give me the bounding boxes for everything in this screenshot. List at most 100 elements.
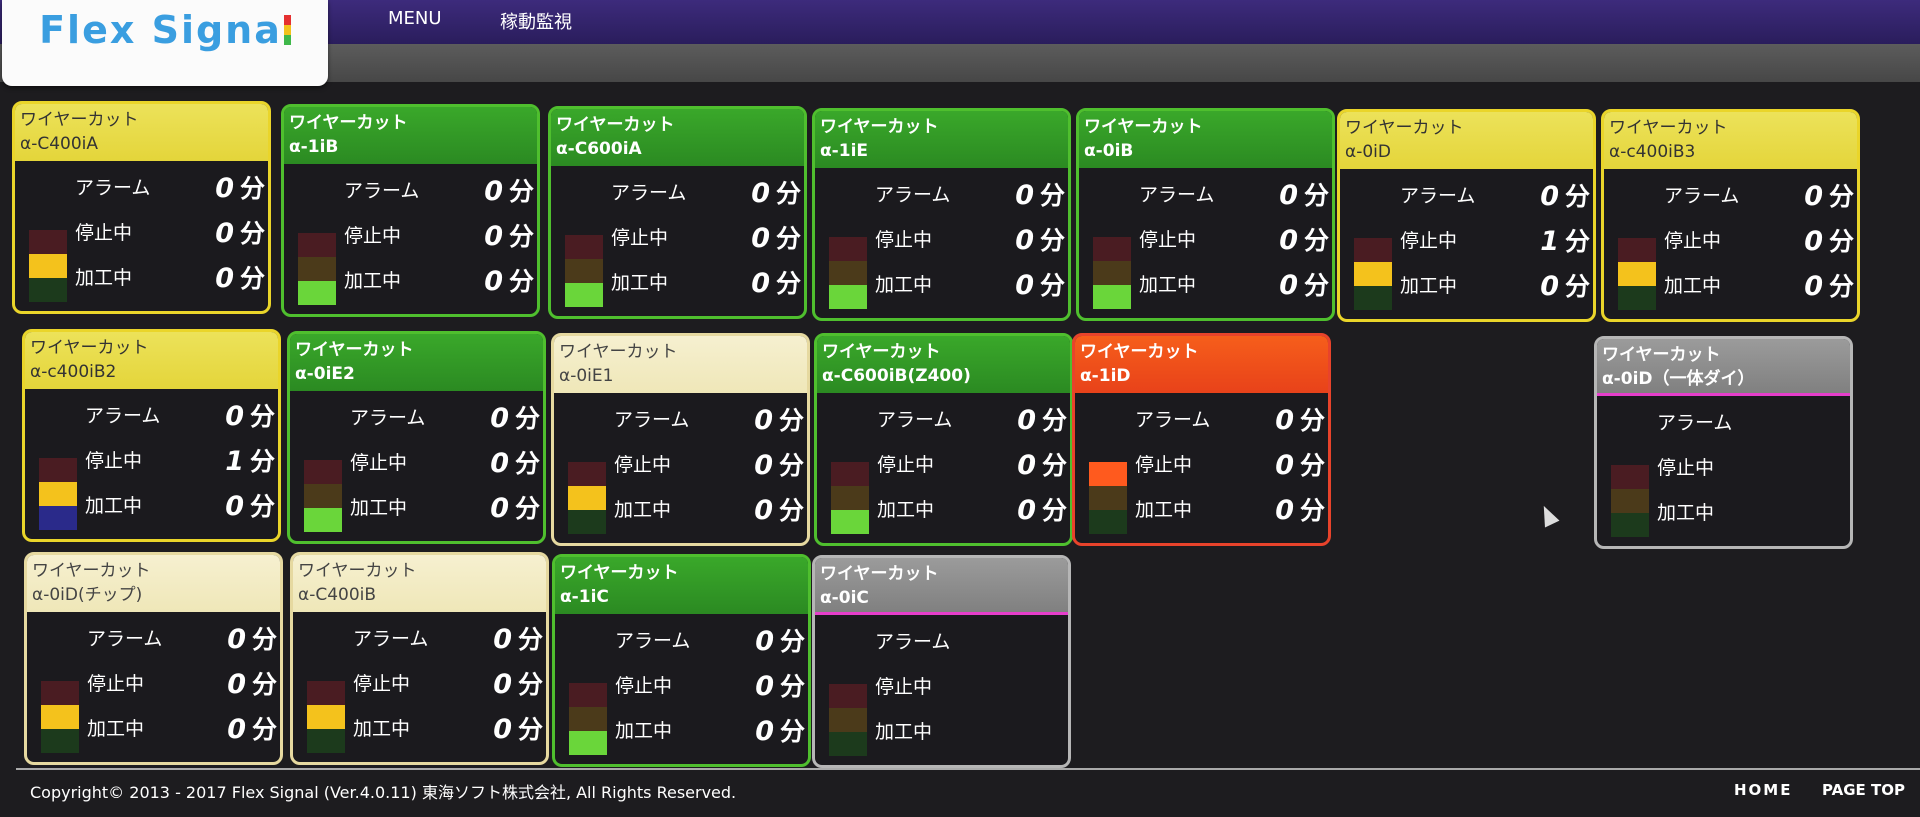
machine-card[interactable]: ワイヤーカット α-0iC アラーム 停止中 加工中	[812, 555, 1071, 768]
lamp-green	[29, 278, 67, 302]
stopped-value: 0	[1279, 225, 1298, 256]
lamp-red	[1618, 238, 1656, 262]
lamp-green	[1618, 286, 1656, 310]
lamp-green	[1089, 510, 1127, 534]
unit-label: 分	[775, 179, 801, 208]
alarm-row: アラーム 0分	[350, 397, 540, 437]
alarm-row: アラーム	[875, 621, 1065, 661]
machine-card[interactable]: ワイヤーカット α-1iB アラーム 0分 停止中 0分 加工中 0分	[281, 104, 540, 317]
card-model: α-0iD（一体ダイ）	[1602, 369, 1755, 389]
lamp-yellow	[307, 705, 345, 729]
unit-label: 分	[775, 269, 801, 298]
unit-label: 分	[508, 177, 534, 206]
stopped-value: 0	[215, 218, 234, 249]
machine-card[interactable]: ワイヤーカット α-0iB アラーム 0分 停止中 0分 加工中 0分	[1076, 108, 1335, 321]
stopped-value: 0	[1275, 450, 1294, 481]
home-link[interactable]: HOME	[1734, 781, 1792, 799]
stopped-label: 停止中	[875, 229, 933, 251]
stopped-row: 停止中 0分	[877, 444, 1067, 484]
unit-label: 分	[1041, 406, 1067, 435]
lamp-green	[829, 285, 867, 309]
alarm-label: アラーム	[353, 628, 429, 650]
processing-label: 加工中	[344, 270, 402, 292]
stopped-label: 停止中	[1400, 230, 1458, 252]
card-model: α-C400iA	[20, 134, 99, 154]
unit-label: 分	[239, 174, 265, 203]
machine-card[interactable]: ワイヤーカット α-1iD アラーム 0分 停止中 0分 加工中 0分	[1072, 333, 1331, 546]
lamp-red	[29, 230, 67, 254]
processing-row: 加工中 0分	[1664, 265, 1854, 305]
card-title: ワイヤーカット	[30, 338, 149, 358]
alarm-label: アラーム	[875, 631, 951, 653]
stopped-label: 停止中	[1135, 454, 1193, 476]
stopped-value: 0	[227, 669, 246, 700]
signal-tower-icon	[829, 684, 867, 756]
alarm-value: 0	[490, 403, 509, 434]
lamp-yellow	[1618, 262, 1656, 286]
signal-tower-icon	[565, 235, 603, 307]
card-header: ワイヤーカット α-C600iB(Z400)	[817, 336, 1070, 393]
unit-label: 分	[517, 715, 543, 744]
logo[interactable]: Flex Signa	[2, 0, 328, 86]
card-model: α-1iE	[820, 141, 869, 161]
card-header: ワイヤーカット α-1iC	[555, 557, 808, 614]
processing-value: 0	[1804, 271, 1823, 302]
unit-label: 分	[779, 717, 805, 746]
card-header: ワイヤーカット α-1iE	[815, 111, 1068, 168]
card-model: α-0iE1	[559, 366, 614, 386]
machine-card[interactable]: ワイヤーカット α-1iE アラーム 0分 停止中 0分 加工中 0分	[812, 108, 1071, 321]
machine-card[interactable]: ワイヤーカット α-C400iB アラーム 0分 停止中 0分 加工中 0分	[290, 552, 549, 765]
signal-tower-icon	[1354, 238, 1392, 310]
machine-card[interactable]: ワイヤーカット α-0iD（一体ダイ） アラーム 停止中 加工中	[1594, 336, 1853, 549]
stopped-value: 0	[490, 448, 509, 479]
stopped-label: 停止中	[75, 222, 133, 244]
stopped-label: 停止中	[611, 227, 669, 249]
alarm-row: アラーム 0分	[877, 399, 1067, 439]
stopped-row: 停止中 1分	[85, 440, 275, 480]
machine-card[interactable]: ワイヤーカット α-C600iA アラーム 0分 停止中 0分 加工中 0分	[548, 106, 807, 319]
processing-value: 0	[1279, 270, 1298, 301]
stopped-label: 停止中	[1657, 457, 1715, 479]
card-model: α-c400iB2	[30, 362, 117, 382]
unit-label: 分	[1039, 181, 1065, 210]
operation-monitor-link[interactable]: 稼動監視	[500, 8, 572, 34]
alarm-row: アラーム 0分	[75, 167, 265, 207]
card-title: ワイヤーカット	[289, 113, 408, 133]
unit-label: 分	[1041, 451, 1067, 480]
machine-card[interactable]: ワイヤーカット α-0iE1 アラーム 0分 停止中 0分 加工中 0分	[551, 333, 810, 546]
stopped-row: 停止中 0分	[614, 444, 804, 484]
menu-link[interactable]: MENU	[388, 8, 442, 29]
lamp-yellow	[565, 259, 603, 283]
alarm-row: アラーム 0分	[1139, 174, 1329, 214]
machine-card[interactable]: ワイヤーカット α-c400iB2 アラーム 0分 停止中 1分 加工中 0分	[22, 329, 281, 542]
machine-card[interactable]: ワイヤーカット α-1iC アラーム 0分 停止中 0分 加工中 0分	[552, 554, 811, 767]
signal-tower-icon	[307, 681, 345, 753]
unit-label: 分	[239, 264, 265, 293]
unit-label: 分	[1828, 272, 1854, 301]
card-title: ワイヤーカット	[1609, 118, 1728, 138]
processing-row: 加工中 0分	[1139, 264, 1329, 304]
processing-value: 0	[490, 493, 509, 524]
card-model: α-C400iB	[298, 585, 377, 605]
copyright-text: Copyright© 2013 - 2017 Flex Signal (Ver.…	[30, 783, 737, 802]
lamp-green	[304, 508, 342, 532]
machine-card[interactable]: ワイヤーカット α-c400iB3 アラーム 0分 停止中 0分 加工中 0分	[1601, 109, 1860, 322]
alarm-label: アラーム	[75, 177, 151, 199]
machine-card[interactable]: ワイヤーカット α-0iE2 アラーム 0分 停止中 0分 加工中 0分	[287, 331, 546, 544]
alarm-row: アラーム 0分	[1664, 175, 1854, 215]
processing-value: 0	[227, 714, 246, 745]
lamp-green	[569, 731, 607, 755]
stopped-value: 0	[484, 221, 503, 252]
machine-card[interactable]: ワイヤーカット α-C400iA アラーム 0分 停止中 0分 加工中 0分	[12, 101, 271, 314]
machine-card[interactable]: ワイヤーカット α-C600iB(Z400) アラーム 0分 停止中 0分 加工…	[814, 333, 1073, 546]
machine-card[interactable]: ワイヤーカット α-0iD(チップ) アラーム 0分 停止中 0分 加工中 0分	[24, 552, 283, 765]
machine-card[interactable]: ワイヤーカット α-0iD アラーム 0分 停止中 1分 加工中 0分	[1337, 109, 1596, 322]
lamp-red	[307, 681, 345, 705]
processing-label: 加工中	[85, 495, 143, 517]
alarm-row: アラーム 0分	[615, 620, 805, 660]
stopped-value: 0	[1017, 450, 1036, 481]
lamp-green	[1093, 285, 1131, 309]
lamp-green	[1611, 513, 1649, 537]
page-top-link[interactable]: PAGE TOP	[1822, 781, 1905, 799]
card-model: α-0iC	[820, 588, 869, 608]
